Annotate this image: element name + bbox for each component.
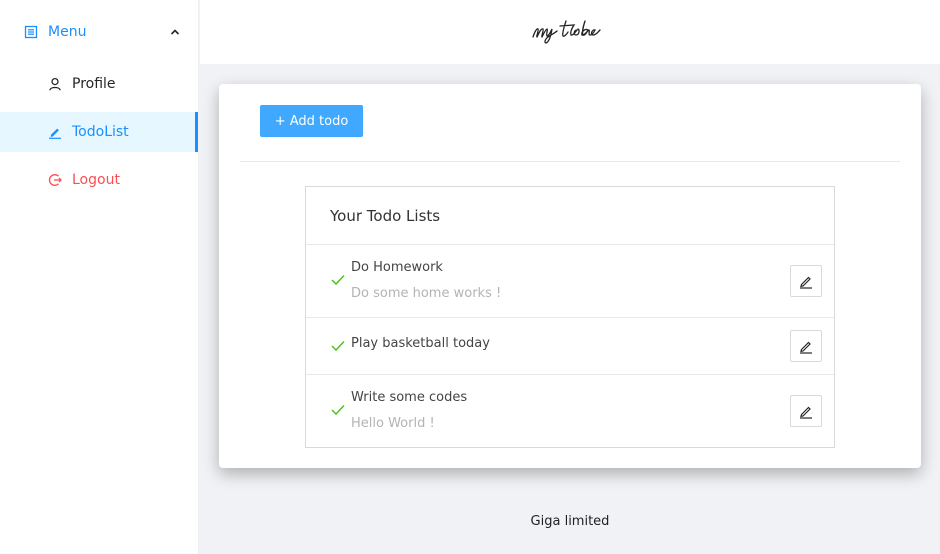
todo-title: Write some codes (351, 390, 468, 405)
edit-todo-button[interactable] (790, 395, 822, 427)
edit-todo-button[interactable] (790, 330, 822, 362)
todo-list-title: Your Todo Lists (306, 187, 834, 245)
chevron-up-icon (170, 28, 180, 36)
todo-description: Hello World ! (351, 416, 435, 431)
todo-item: Write some codes Hello World ! (306, 375, 834, 447)
sidebar-item-logout[interactable]: Logout (0, 160, 198, 200)
user-icon (48, 77, 62, 91)
logout-icon (48, 173, 62, 187)
sidebar-item-profile[interactable]: Profile (0, 64, 198, 104)
todo-description: Do some home works ! (351, 286, 502, 301)
sidebar-item-label: TodoList (72, 124, 129, 140)
footer-text: Giga limited (530, 513, 610, 529)
app-header (200, 0, 940, 64)
logo (530, 15, 610, 49)
sidebar: Menu Profile TodoList Logout (0, 0, 199, 554)
todo-title: Play basketball today (351, 336, 490, 351)
todo-title: Do Homework (351, 260, 443, 275)
menu-submenu-toggle[interactable]: Menu (0, 0, 198, 64)
sidebar-item-todolist[interactable]: TodoList (0, 112, 198, 152)
footer: Giga limited (200, 488, 940, 554)
check-icon (331, 340, 345, 352)
check-icon (331, 274, 345, 286)
todo-list: Your Todo Lists Do Homework Do some home… (305, 186, 835, 448)
check-icon (331, 404, 345, 416)
sidebar-item-label: Profile (72, 76, 116, 92)
add-todo-button[interactable]: + Add todo (260, 105, 363, 137)
todo-item: Do Homework Do some home works ! (306, 245, 834, 318)
todo-item: Play basketball today (306, 318, 834, 375)
edit-icon (798, 403, 814, 419)
content-card: + Add todo Your Todo Lists Do Homework D… (219, 84, 921, 468)
divider (240, 161, 900, 162)
edit-todo-button[interactable] (790, 265, 822, 297)
menu-label: Menu (48, 24, 87, 40)
edit-icon (798, 338, 814, 354)
edit-icon (798, 273, 814, 289)
list-icon (24, 25, 38, 39)
sidebar-item-label: Logout (72, 172, 120, 188)
edit-icon (48, 125, 62, 139)
